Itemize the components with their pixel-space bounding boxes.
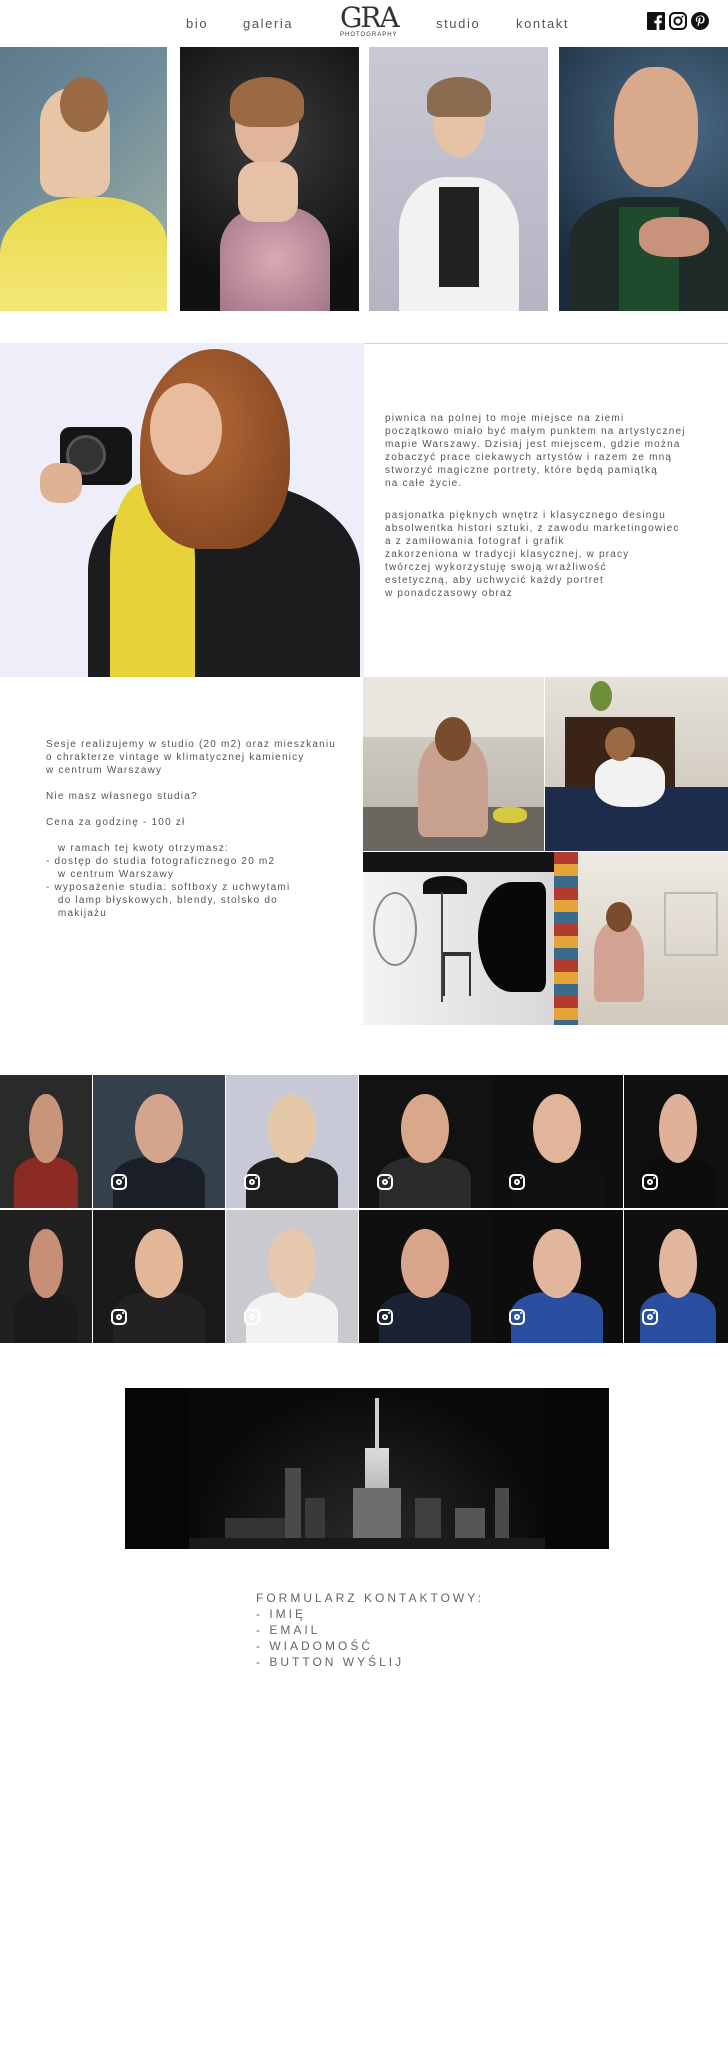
post-subject-face — [533, 1228, 581, 1298]
text-line: piwnica na polnej to moje miejsce na zie… — [385, 413, 625, 424]
logo-mark: GRA — [340, 1, 400, 34]
portrait-bald-man[interactable] — [559, 47, 728, 311]
text-line — [46, 777, 366, 790]
instagram-post[interactable] — [226, 1075, 358, 1208]
post-subject-face — [135, 1093, 183, 1163]
contact-form-heading: FORMULARZ KONTAKTOWY: — [256, 1591, 484, 1605]
text-line: o chrakterze vintage w klimatycznej kami… — [46, 752, 305, 763]
text-line: estetyczną, aby uchwycić każdy portret — [385, 575, 605, 586]
bio-text-panel: piwnica na polnej to moje miejsce na zie… — [364, 343, 728, 678]
instagram-post[interactable] — [491, 1075, 623, 1208]
instagram-icon — [111, 1174, 127, 1190]
post-subject-body — [13, 1157, 79, 1208]
bio-paragraph-1: piwnica na polnej to moje miejsce na zie… — [385, 412, 725, 490]
nav-link-studio[interactable]: studio — [436, 16, 480, 31]
portrait-mother-child[interactable] — [0, 47, 167, 311]
text-line — [46, 803, 366, 816]
instagram-post[interactable] — [624, 1075, 728, 1208]
site-logo[interactable]: GRA PHOTOGRAPHY — [340, 4, 400, 44]
instagram-post[interactable] — [359, 1210, 491, 1343]
instagram-icon — [642, 1174, 658, 1190]
instagram-post[interactable] — [93, 1210, 225, 1343]
text-line: na całe życie. — [385, 478, 463, 489]
text-line: mapie Warszawy. Dzisiaj jest miejscem, g… — [385, 439, 681, 450]
contact-form-name: - IMIĘ — [256, 1607, 306, 1621]
instagram-icon — [244, 1309, 260, 1325]
post-subject-face — [268, 1228, 316, 1298]
pinterest-icon[interactable] — [691, 12, 709, 30]
post-subject-face — [658, 1093, 698, 1163]
studio-photo-piano[interactable] — [545, 677, 728, 851]
instagram-grid — [0, 1075, 728, 1343]
facebook-icon[interactable] — [647, 12, 665, 30]
instagram-icon — [377, 1309, 393, 1325]
text-line: zobaczyć prace ciekawych artystów i raze… — [385, 452, 673, 463]
post-subject-face — [658, 1228, 698, 1298]
text-line: w ponadczasowy obraz — [385, 588, 513, 599]
text-line: a z zamiłowania fotograf i grafik — [385, 536, 565, 547]
post-subject-face — [533, 1093, 581, 1163]
contact-form-email: - EMAIL — [256, 1623, 321, 1637]
post-subject-face — [29, 1093, 63, 1163]
instagram-post[interactable] — [0, 1075, 92, 1208]
text-line: - dostęp do studia fotograficznego 20 m2 — [46, 856, 276, 867]
instagram-icon — [111, 1309, 127, 1325]
text-line: twórczej wykorzystuję swoją wrażliwość — [385, 562, 607, 573]
instagram-post[interactable] — [93, 1075, 225, 1208]
post-subject-face — [268, 1093, 316, 1163]
post-subject-body — [13, 1292, 79, 1343]
text-line: Cena za godzinę - 100 zł — [46, 817, 186, 828]
studio-description: Sesje realizujemy w studio (20 m2) oraz … — [46, 738, 366, 920]
nav-link-kontakt[interactable]: kontakt — [516, 16, 569, 31]
instagram-post[interactable] — [226, 1210, 358, 1343]
warsaw-skyline-banner — [125, 1388, 609, 1549]
post-subject-face — [401, 1093, 449, 1163]
text-line: Sesje realizujemy w studio (20 m2) oraz … — [46, 739, 337, 750]
text-line: do lamp błyskowych, blendy, stolsko do — [46, 895, 278, 906]
bio-photographer-portrait — [0, 343, 364, 677]
instagram-icon — [509, 1309, 525, 1325]
text-line — [46, 829, 366, 842]
studio-photo-kitchen[interactable] — [363, 677, 544, 851]
nav-link-galeria[interactable]: galeria — [243, 16, 293, 31]
text-line: początkowo miało być małym punktem na ar… — [385, 426, 686, 437]
text-line: - wyposażenie studia: softboxy z uchwyta… — [46, 882, 291, 893]
instagram-icon — [642, 1309, 658, 1325]
post-subject-face — [29, 1228, 63, 1298]
instagram-post[interactable] — [624, 1210, 728, 1343]
text-line: absolwentka histori sztuki, z zawodu mar… — [385, 523, 680, 534]
nav-link-bio[interactable]: bio — [186, 16, 208, 31]
text-line: pasjonatka pięknych wnętrz i klasycznego… — [385, 510, 667, 521]
bio-paragraph-2: pasjonatka pięknych wnętrz i klasycznego… — [385, 509, 725, 600]
text-line: zakorzeniona w tradycji klasycznej, w pr… — [385, 549, 630, 560]
instagram-post[interactable] — [491, 1210, 623, 1343]
instagram-post[interactable] — [0, 1210, 92, 1343]
post-subject-face — [135, 1228, 183, 1298]
instagram-icon — [377, 1174, 393, 1190]
instagram-icon[interactable] — [669, 12, 687, 30]
text-line: makijażu — [46, 908, 107, 919]
text-line: stworzyć magiczne portrety, które będą p… — [385, 465, 658, 476]
instagram-post[interactable] — [359, 1075, 491, 1208]
text-line: w centrum Warszawy — [46, 765, 163, 776]
text-line: Nie masz własnego studia? — [46, 791, 198, 802]
instagram-icon — [244, 1174, 260, 1190]
studio-photo-woman-sitting[interactable] — [554, 852, 728, 1025]
contact-form-message: - WIADOMOŚĆ — [256, 1639, 373, 1653]
portrait-woman-white-blazer[interactable] — [369, 47, 548, 311]
text-line: w ramach tej kwoty otrzymasz: — [46, 843, 229, 854]
post-subject-face — [401, 1228, 449, 1298]
text-line: w centrum Warszawy — [46, 869, 175, 880]
portrait-woman-pink-tulle[interactable] — [180, 47, 359, 311]
logo-subtitle: PHOTOGRAPHY — [340, 32, 398, 38]
contact-form-submit: - BUTTON WYŚLIJ — [256, 1655, 405, 1669]
studio-photo-equipment[interactable] — [363, 852, 554, 1025]
instagram-icon — [509, 1174, 525, 1190]
